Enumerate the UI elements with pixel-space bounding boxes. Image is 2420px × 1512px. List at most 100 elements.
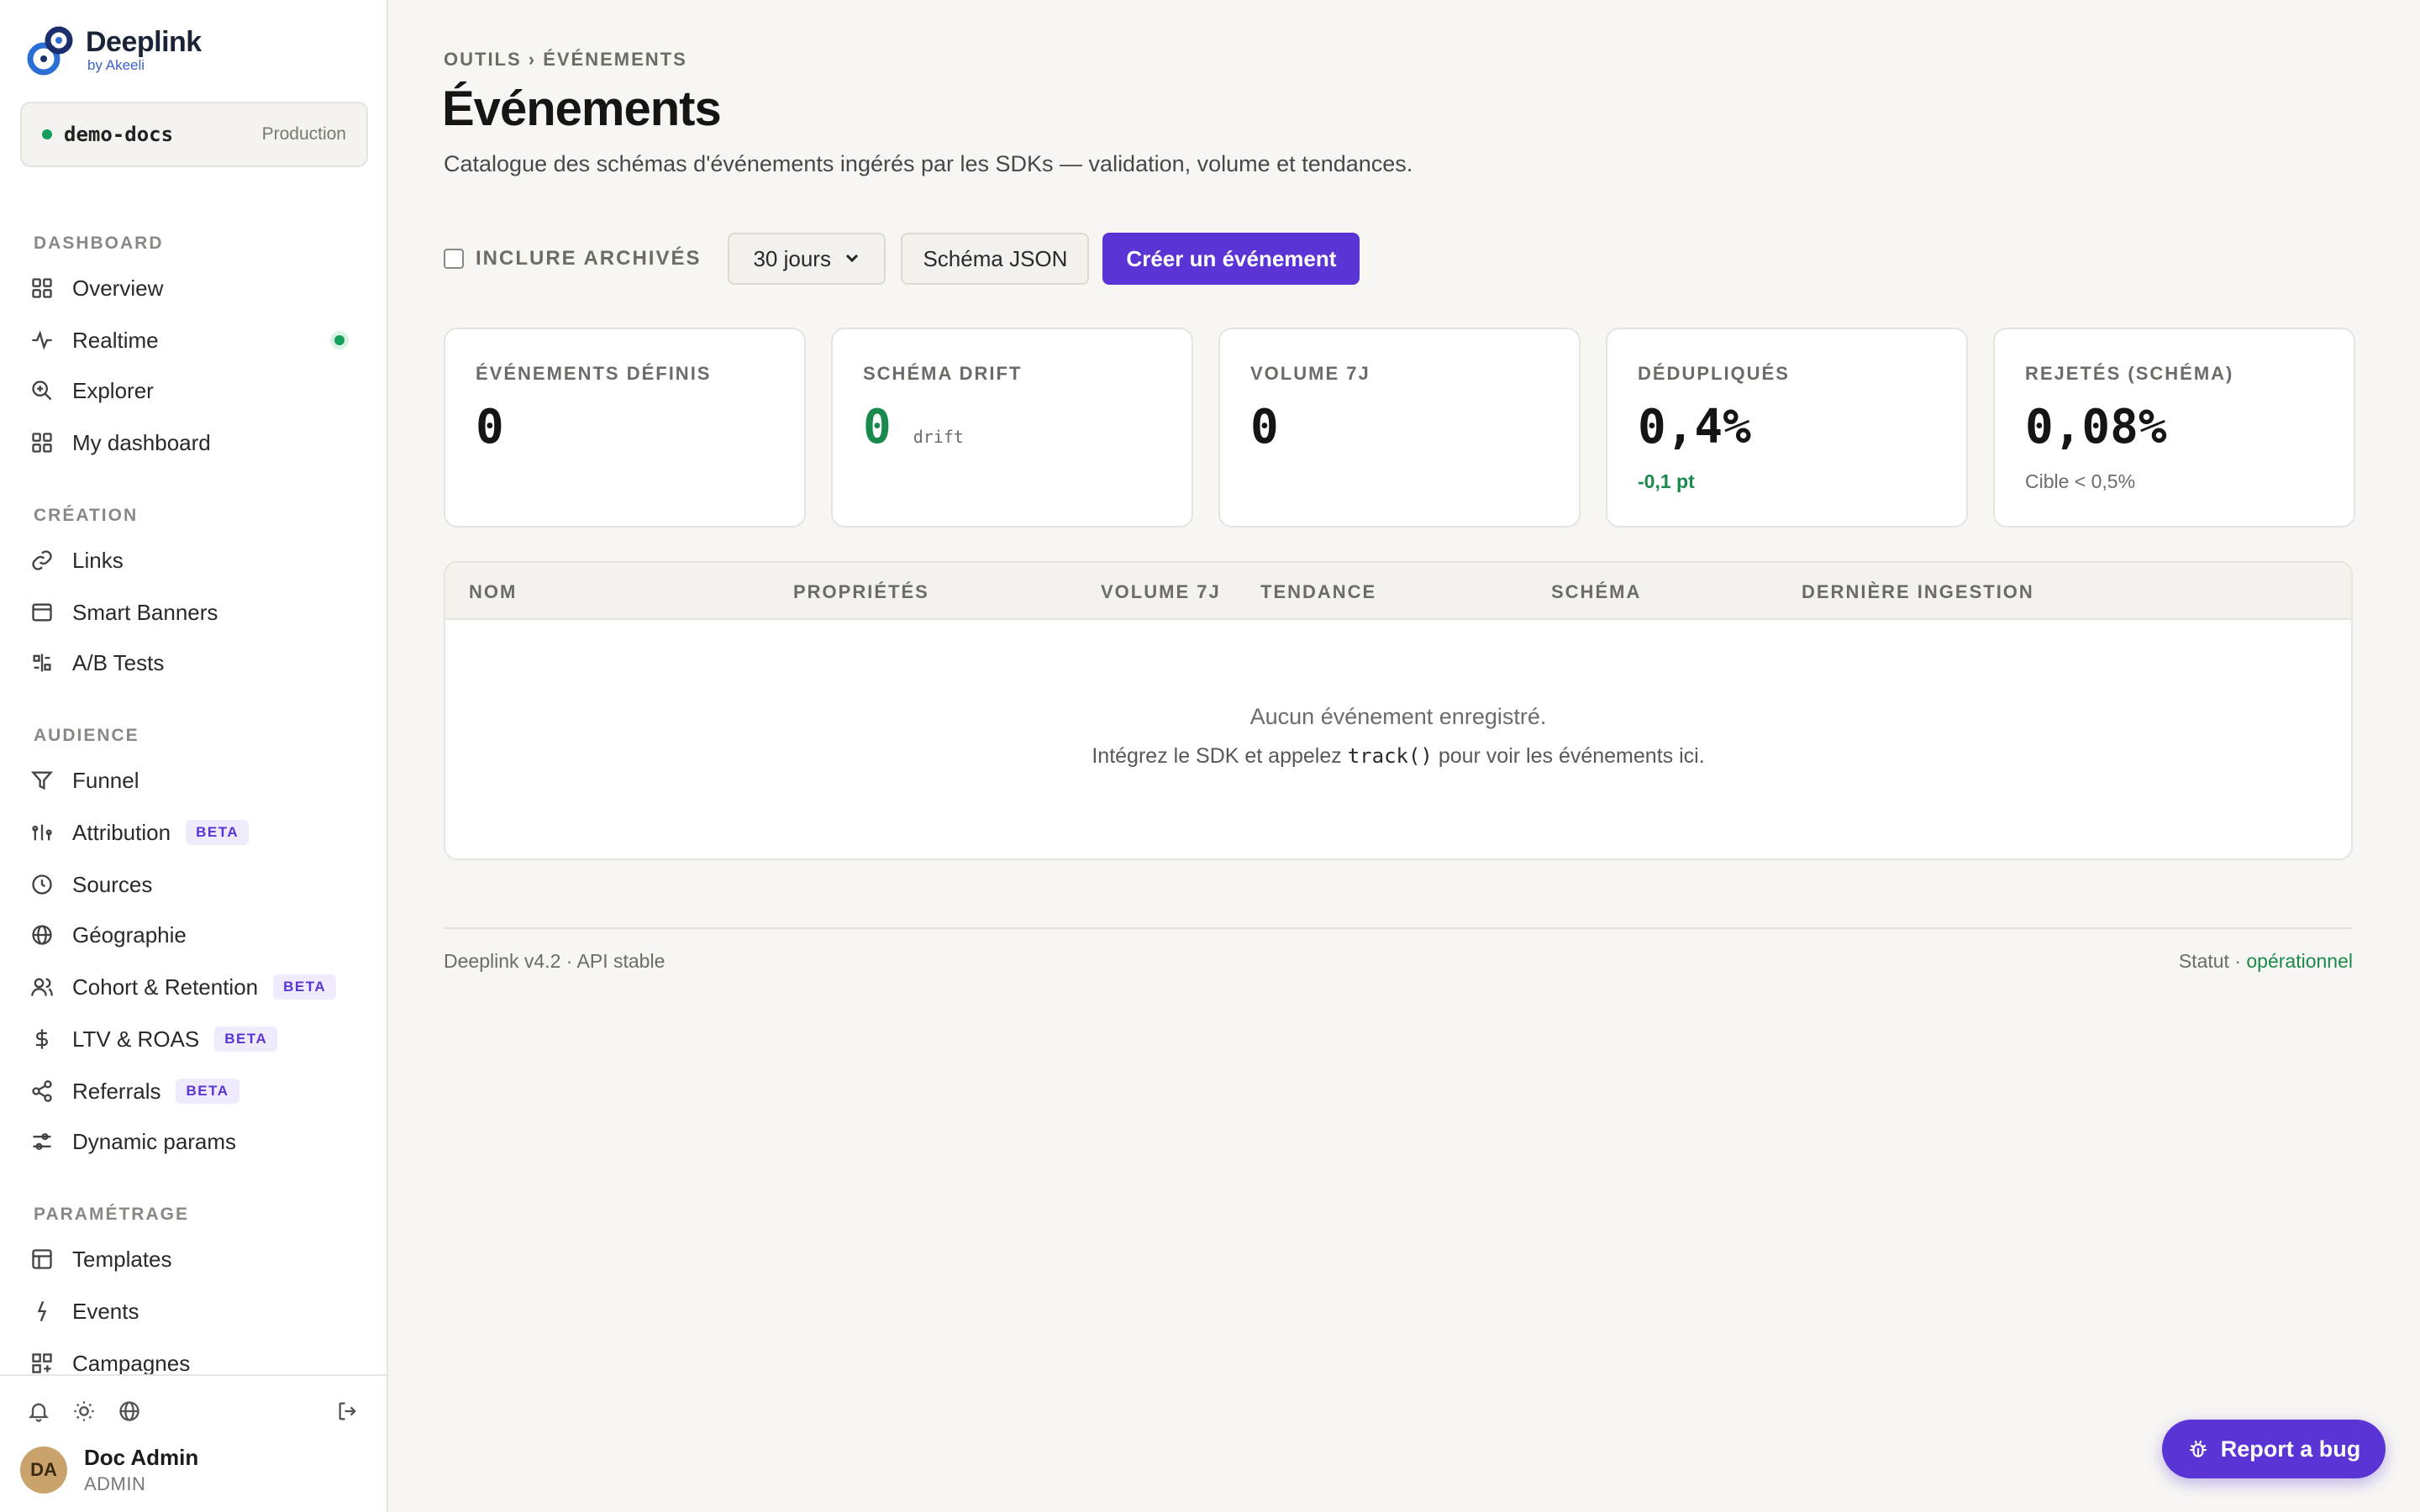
column-header-derniere-ingestion[interactable]: DERNIÈRE INGESTION bbox=[1802, 581, 2034, 603]
sidebar-item-events[interactable]: Events bbox=[29, 1290, 373, 1332]
sidebar-item-label: Smart Banners bbox=[72, 599, 218, 625]
column-header-nom[interactable]: NOM bbox=[469, 581, 517, 603]
campaign-icon bbox=[29, 1350, 55, 1377]
sidebar-item-label: Referrals bbox=[72, 1078, 161, 1104]
sidebar: Deeplink by Akeeli demo-docs Production … bbox=[0, 0, 388, 1512]
sidebar-item-dynamic-params[interactable]: Dynamic params bbox=[29, 1121, 373, 1163]
sidebar-item-label: Géographie bbox=[72, 921, 187, 948]
toolbar: INCLURE ARCHIVÉS 30 jours Schéma JSON Cr… bbox=[444, 232, 1360, 286]
stat-value: 0 bbox=[1250, 400, 1279, 454]
sidebar-item-attribution[interactable]: Attribution BETA bbox=[29, 811, 373, 853]
status-value[interactable]: opérationnel bbox=[2246, 950, 2353, 972]
attribution-icon bbox=[29, 819, 55, 846]
stat-delta: -0,1 pt bbox=[1638, 470, 1695, 492]
sidebar-item-label: A/B Tests bbox=[72, 649, 165, 675]
stat-value-row: 0 drift bbox=[863, 400, 964, 454]
empty-state-hint: Intégrez le SDK et appelez track() pour … bbox=[445, 744, 2351, 769]
empty-state-title: Aucun événement enregistré. bbox=[1249, 704, 1547, 729]
zoom-icon bbox=[29, 377, 55, 404]
stat-target: Cible < 0,5% bbox=[2025, 470, 2136, 492]
link-icon bbox=[29, 547, 55, 574]
report-bug-button[interactable]: Report a bug bbox=[2162, 1420, 2386, 1478]
sidebar-item-ltv-roas[interactable]: LTV & ROAS BETA bbox=[29, 1018, 373, 1060]
stat-card-volume-7d: VOLUME 7J 0 bbox=[1218, 328, 1581, 528]
grid-icon bbox=[29, 429, 55, 456]
sidebar-item-label: Realtime bbox=[72, 327, 159, 353]
schema-json-button[interactable]: Schéma JSON bbox=[901, 233, 1090, 285]
sidebar-item-links[interactable]: Links bbox=[29, 539, 373, 581]
sidebar-item-realtime[interactable]: Realtime bbox=[29, 319, 373, 361]
column-header-proprietes[interactable]: PROPRIÉTÉS bbox=[793, 581, 929, 603]
sidebar-item-ab-tests[interactable]: A/B Tests bbox=[29, 642, 373, 684]
sidebar-item-label: Events bbox=[72, 1298, 139, 1324]
column-header-schema[interactable]: SCHÉMA bbox=[1551, 581, 1641, 603]
sidebar-item-funnel[interactable]: Funnel bbox=[29, 759, 373, 801]
include-archived-label[interactable]: INCLURE ARCHIVÉS bbox=[476, 247, 701, 270]
stat-label: SCHÉMA DRIFT bbox=[863, 363, 1023, 384]
sidebar-item-label: My dashboard bbox=[72, 429, 211, 455]
empty-hint-after: pour voir les événements ici. bbox=[1438, 744, 1705, 768]
sidebar-item-label: Explorer bbox=[72, 377, 154, 403]
avatar[interactable]: DA bbox=[20, 1446, 67, 1494]
beta-badge: BETA bbox=[186, 820, 250, 845]
sidebar-item-label: Campagnes bbox=[72, 1350, 191, 1376]
create-event-button[interactable]: Créer un événement bbox=[1102, 233, 1360, 285]
period-select[interactable]: 30 jours bbox=[728, 233, 886, 285]
project-environment: Production bbox=[261, 124, 346, 144]
sidebar-item-referrals[interactable]: Referrals BETA bbox=[29, 1070, 373, 1112]
nav-section-parametrage: PARAMÉTRAGE bbox=[34, 1205, 189, 1224]
realtime-live-dot bbox=[334, 335, 345, 345]
sidebar-item-label: Templates bbox=[72, 1246, 172, 1272]
sidebar-item-templates[interactable]: Templates bbox=[29, 1238, 373, 1280]
sidebar-item-sources[interactable]: Sources bbox=[29, 864, 373, 906]
activity-icon bbox=[29, 327, 55, 354]
column-header-tendance[interactable]: TENDANCE bbox=[1260, 581, 1376, 603]
globe-icon[interactable] bbox=[116, 1398, 143, 1425]
sidebar-item-label: Overview bbox=[72, 275, 164, 301]
sidebar-item-explorer[interactable]: Explorer bbox=[29, 370, 373, 412]
column-header-volume-7j[interactable]: VOLUME 7J bbox=[1101, 581, 1221, 603]
events-table: NOM PROPRIÉTÉS VOLUME 7J TENDANCE SCHÉMA… bbox=[444, 561, 2353, 860]
empty-hint-code: track() bbox=[1347, 744, 1433, 768]
stat-value: 0,4% bbox=[1638, 400, 1751, 454]
sidebar-item-label: Sources bbox=[72, 871, 153, 897]
sidebar-item-label: Funnel bbox=[72, 767, 139, 793]
grid-icon bbox=[29, 275, 55, 302]
beta-badge: BETA bbox=[176, 1079, 239, 1104]
project-status-dot bbox=[42, 129, 52, 139]
nav-section-dashboard: DASHBOARD bbox=[34, 234, 164, 253]
status-label: Statut · bbox=[2178, 950, 2241, 972]
sidebar-item-geographie[interactable]: Géographie bbox=[29, 914, 373, 956]
share-icon bbox=[29, 1078, 55, 1105]
page-description: Catalogue des schémas d'événements ingér… bbox=[444, 151, 1413, 176]
stat-value: 0,08% bbox=[2025, 400, 2167, 454]
sidebar-item-smart-banners[interactable]: Smart Banners bbox=[29, 591, 373, 633]
sidebar-item-label: Attribution bbox=[72, 819, 171, 845]
sidebar-item-cohort-retention[interactable]: Cohort & Retention BETA bbox=[29, 966, 373, 1008]
logout-icon[interactable] bbox=[334, 1398, 361, 1425]
sidebar-item-my-dashboard[interactable]: My dashboard bbox=[29, 422, 373, 464]
sidebar-item-label: Cohort & Retention bbox=[72, 974, 259, 1000]
brand-logo[interactable]: Deeplink by Akeeli bbox=[24, 20, 202, 79]
main-content: OUTILS › ÉVÉNEMENTS Événements Catalogue… bbox=[388, 0, 2420, 1512]
project-switcher[interactable]: demo-docs Production bbox=[20, 102, 368, 167]
stat-label: DÉDUPLIQUÉS bbox=[1638, 363, 1790, 384]
users-icon bbox=[29, 974, 55, 1000]
sliders-icon bbox=[29, 1128, 55, 1155]
sidebar-item-label: Dynamic params bbox=[72, 1128, 237, 1154]
nav-section-creation: CRÉATION bbox=[34, 506, 139, 525]
sun-icon[interactable] bbox=[71, 1398, 97, 1425]
user-role: ADMIN bbox=[84, 1473, 146, 1494]
chevron-down-icon bbox=[844, 246, 860, 272]
deeplink-logo-icon bbox=[27, 26, 73, 76]
stat-card-schema-drift: SCHÉMA DRIFT 0 drift bbox=[831, 328, 1193, 528]
sidebar-footer: DA Doc Admin ADMIN bbox=[0, 1374, 387, 1512]
sidebar-item-overview[interactable]: Overview bbox=[29, 267, 373, 309]
beta-badge: BETA bbox=[214, 1026, 278, 1052]
split-icon bbox=[29, 649, 55, 676]
include-archived-checkbox[interactable] bbox=[444, 249, 464, 269]
footer-version: Deeplink v4.2 · API stable bbox=[444, 950, 666, 972]
nav-section-audience: AUDIENCE bbox=[34, 726, 139, 745]
footer-status: Statut · opérationnel bbox=[2179, 950, 2353, 973]
bell-icon[interactable] bbox=[25, 1398, 52, 1425]
